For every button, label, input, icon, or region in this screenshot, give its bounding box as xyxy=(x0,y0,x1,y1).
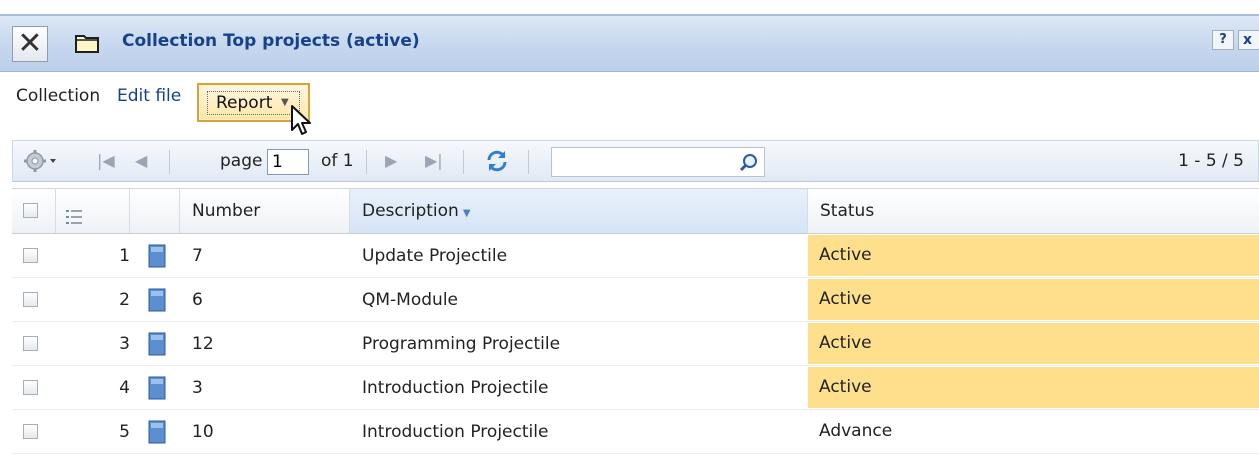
row-status: Active xyxy=(808,323,1259,364)
row-status: Active xyxy=(808,235,1259,276)
row-number-value: 12 xyxy=(192,334,214,354)
menu-bar: Collection Edit file Report ▼ xyxy=(0,72,1259,134)
document-icon[interactable] xyxy=(148,376,166,405)
first-page-icon[interactable]: |◀ xyxy=(97,151,115,170)
last-page-icon[interactable]: ▶| xyxy=(425,151,443,170)
row-number: 1 xyxy=(119,246,130,266)
row-checkbox[interactable] xyxy=(23,336,38,351)
table-row[interactable]: 3 12 Programming Projectile Active xyxy=(12,322,1259,366)
window-titlebar: ✕ Collection Top projects (active) ? x xyxy=(0,14,1259,72)
gear-icon[interactable] xyxy=(23,148,57,178)
row-description: Update Projectile xyxy=(362,246,508,266)
toolbar-separator xyxy=(528,150,529,174)
toolbar-separator xyxy=(366,150,367,174)
table-row[interactable]: 1 7 Update Projectile Active xyxy=(12,234,1259,278)
toolbar-separator xyxy=(463,150,464,174)
mouse-cursor-icon xyxy=(290,104,314,143)
document-icon[interactable] xyxy=(148,332,166,361)
menu-edit-file[interactable]: Edit file xyxy=(117,86,181,106)
row-number-value: 3 xyxy=(192,378,203,398)
column-header-description-label: Description xyxy=(362,201,459,221)
row-status: Active xyxy=(808,367,1259,408)
row-checkbox[interactable] xyxy=(23,248,38,263)
column-header-number[interactable]: Number xyxy=(180,189,350,233)
page-total-label: of 1 xyxy=(321,151,354,171)
menu-collection[interactable]: Collection xyxy=(16,86,100,106)
column-header-number-label: Number xyxy=(192,201,261,221)
chevron-down-icon: ▼ xyxy=(281,97,289,108)
sort-desc-icon[interactable]: ▼ xyxy=(463,208,471,219)
row-number: 5 xyxy=(119,422,130,442)
row-number-value: 6 xyxy=(192,290,203,310)
select-all-cell xyxy=(12,189,56,233)
row-status: Advance xyxy=(819,421,893,441)
search-input[interactable] xyxy=(551,147,765,177)
row-number: 4 xyxy=(119,378,130,398)
row-description: Programming Projectile xyxy=(362,334,561,354)
search-icon[interactable] xyxy=(739,153,759,178)
row-number: 3 xyxy=(119,334,130,354)
help-button[interactable]: ? xyxy=(1212,30,1234,50)
table-row[interactable]: 5 10 Introduction Projectile Advance xyxy=(12,410,1259,454)
folder-icon xyxy=(74,32,100,59)
icon-column-header xyxy=(130,189,180,233)
select-all-checkbox[interactable] xyxy=(23,203,38,218)
document-icon[interactable] xyxy=(148,420,166,449)
refresh-icon[interactable] xyxy=(483,147,511,179)
prev-page-icon[interactable]: ◀ xyxy=(135,151,147,170)
toolbar-separator xyxy=(169,150,170,174)
row-checkbox[interactable] xyxy=(23,380,38,395)
close-icon[interactable]: ✕ xyxy=(12,26,48,62)
table-row[interactable]: 2 6 QM-Module Active xyxy=(12,278,1259,322)
page-number-input[interactable] xyxy=(267,149,309,175)
column-header-description[interactable]: Description ▼ xyxy=(350,189,808,233)
page-label: page xyxy=(220,151,263,171)
row-number-value: 10 xyxy=(192,422,214,442)
column-header-status[interactable]: Status xyxy=(808,189,1259,233)
row-checkbox[interactable] xyxy=(23,424,38,439)
grid-header: Number Description ▼ Status xyxy=(12,188,1259,234)
row-number-header xyxy=(56,189,130,233)
row-number-value: 7 xyxy=(192,246,203,266)
document-icon[interactable] xyxy=(148,288,166,317)
record-count: 1 - 5 / 5 xyxy=(1178,151,1244,171)
row-description: QM-Module xyxy=(362,290,458,310)
row-number: 2 xyxy=(119,290,130,310)
next-page-icon[interactable]: ▶ xyxy=(385,151,397,170)
document-icon[interactable] xyxy=(148,244,166,273)
column-header-status-label: Status xyxy=(820,201,875,221)
row-checkbox[interactable] xyxy=(23,292,38,307)
pager-toolbar: |◀ ◀ page of 1 ▶ ▶| 1 - 5 / 5 xyxy=(12,140,1259,182)
window-close-button[interactable]: x xyxy=(1238,30,1259,50)
table-row[interactable]: 4 3 Introduction Projectile Active xyxy=(12,366,1259,410)
window-title: Collection Top projects (active) xyxy=(122,31,420,51)
row-status: Active xyxy=(808,279,1259,320)
row-description: Introduction Projectile xyxy=(362,378,549,398)
row-description: Introduction Projectile xyxy=(362,422,549,442)
